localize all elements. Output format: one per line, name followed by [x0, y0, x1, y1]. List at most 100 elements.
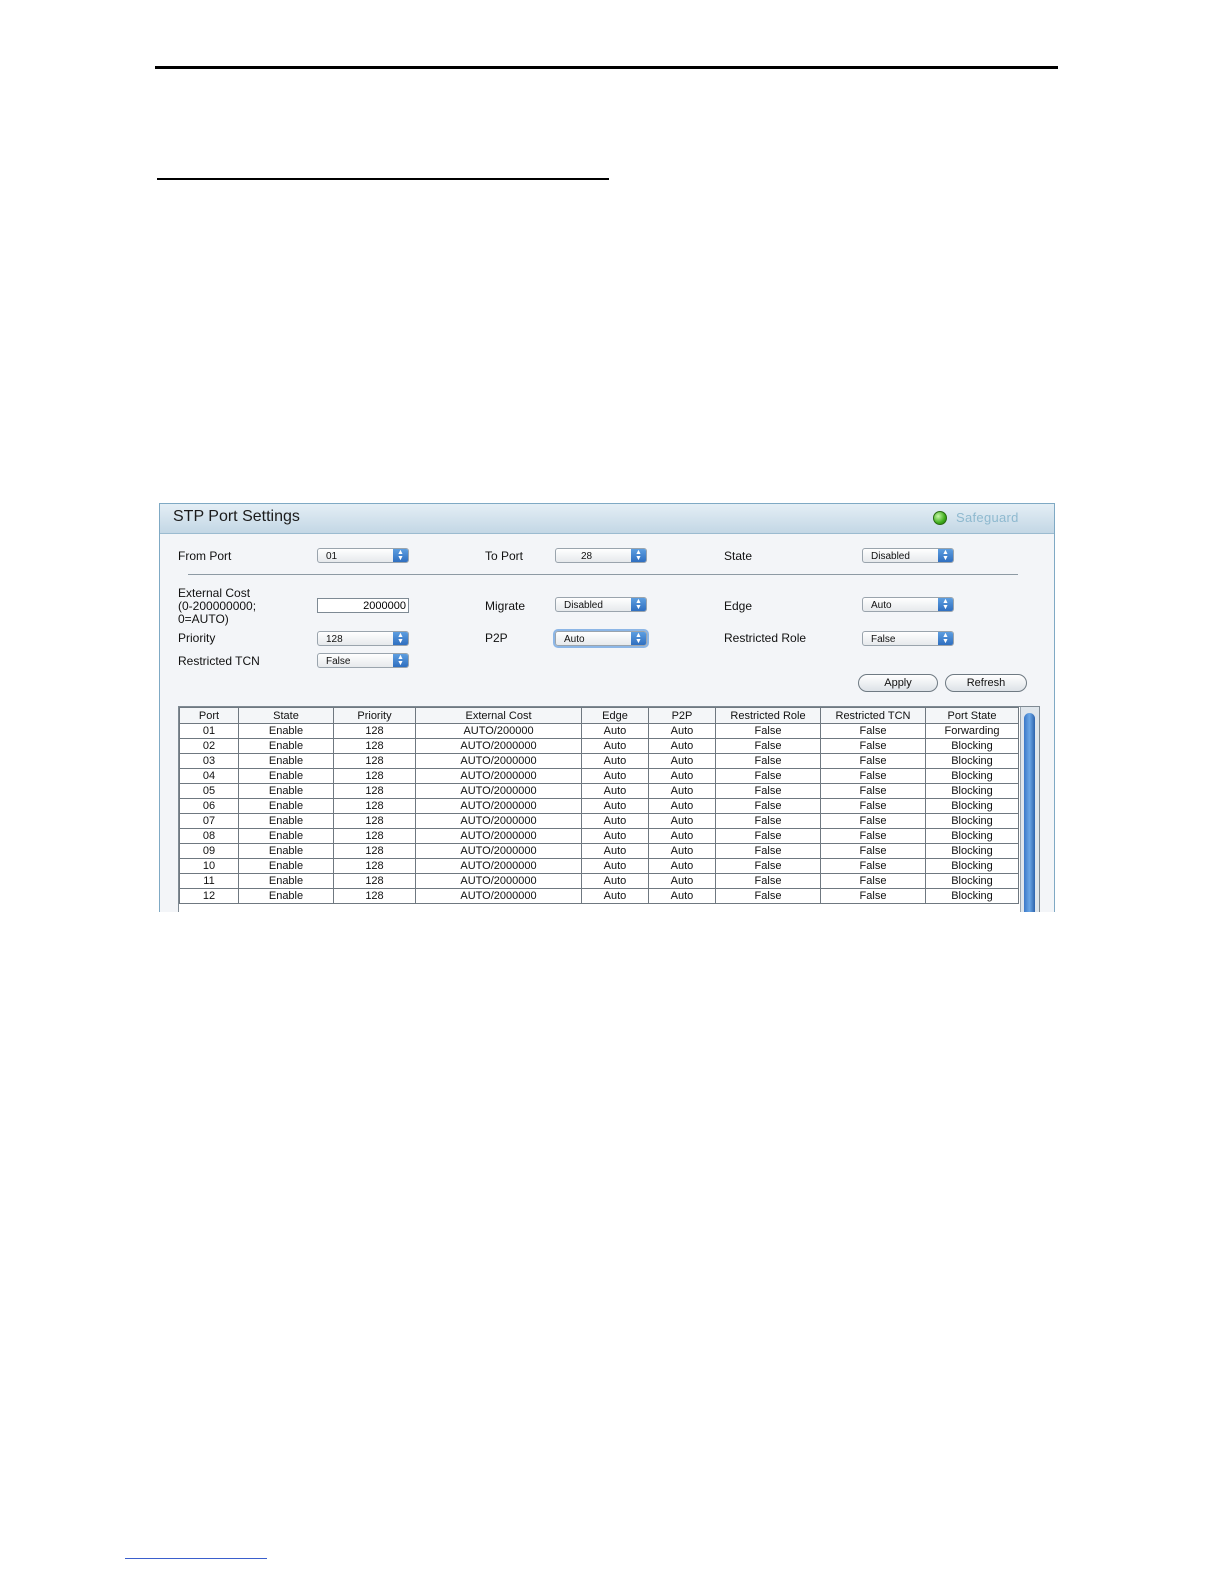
- external-cost-label: External Cost (0-200000000; 0=AUTO): [178, 587, 256, 626]
- state-select[interactable]: Disabled ▲ ▼: [862, 548, 954, 563]
- table-scrollbar[interactable]: [1020, 707, 1039, 912]
- cell-priority: 128: [333, 768, 416, 784]
- cell-port: 05: [179, 783, 239, 799]
- col-header-edge: Edge: [581, 707, 649, 724]
- edge-value: Auto: [871, 600, 892, 611]
- cell-external-cost: AUTO/2000000: [415, 828, 582, 844]
- table-row: 03 Enable 128 AUTO/2000000 Auto Auto False Fals…: [179, 753, 1019, 769]
- restricted-tcn-select[interactable]: False ▲ ▼: [317, 653, 409, 668]
- priority-label: Priority: [178, 631, 216, 645]
- document-section-rule: [157, 178, 609, 180]
- chevron-up-down-icon: ▲ ▼: [938, 549, 953, 562]
- cell-restricted-role: False: [715, 813, 821, 829]
- cell-priority: 128: [333, 723, 416, 739]
- cell-port: 03: [179, 753, 239, 769]
- cell-port: 08: [179, 828, 239, 844]
- cell-restricted-tcn: False: [820, 738, 926, 754]
- state-label: State: [724, 549, 753, 563]
- from-port-value: 01: [326, 551, 338, 562]
- to-port-select[interactable]: 28 ▲ ▼: [555, 548, 647, 563]
- cell-restricted-tcn: False: [820, 828, 926, 844]
- cell-port: 09: [179, 843, 239, 859]
- chevron-up-down-icon: ▲ ▼: [393, 654, 408, 667]
- cell-port: 04: [179, 768, 239, 784]
- p2p-value: Auto: [564, 634, 585, 645]
- form-divider: [188, 574, 1018, 575]
- cell-restricted-role: False: [715, 753, 821, 769]
- refresh-button[interactable]: Refresh: [945, 674, 1027, 692]
- cell-edge: Auto: [581, 798, 649, 814]
- cell-state: Enable: [238, 783, 334, 799]
- cell-port-state: Blocking: [925, 798, 1019, 814]
- cell-restricted-tcn: False: [820, 858, 926, 874]
- cell-port-state: Blocking: [925, 843, 1019, 859]
- external-cost-input[interactable]: [317, 598, 409, 613]
- document-footer-link-rule: [125, 1558, 267, 1559]
- col-header-state: State: [238, 707, 334, 724]
- cell-p2p: Auto: [648, 738, 716, 754]
- cell-edge: Auto: [581, 858, 649, 874]
- cell-port-state: Blocking: [925, 783, 1019, 799]
- priority-select[interactable]: 128 ▲ ▼: [317, 631, 409, 646]
- chevron-up-down-icon: ▲ ▼: [938, 632, 953, 645]
- panel-title: STP Port Settings: [173, 508, 300, 525]
- cell-external-cost: AUTO/2000000: [415, 813, 582, 829]
- cell-edge: Auto: [581, 843, 649, 859]
- to-port-label: To Port: [485, 549, 524, 563]
- cell-priority: 128: [333, 783, 416, 799]
- cell-port: 06: [179, 798, 239, 814]
- cell-restricted-role: False: [715, 888, 821, 904]
- cell-port: 02: [179, 738, 239, 754]
- cell-state: Enable: [238, 738, 334, 754]
- document-top-rule: [155, 66, 1058, 69]
- migrate-select[interactable]: Disabled ▲ ▼: [555, 597, 647, 612]
- status-led-icon: [933, 511, 947, 525]
- col-header-restricted-role: Restricted Role: [715, 707, 821, 724]
- chevron-up-down-icon: ▲ ▼: [938, 598, 953, 611]
- cell-state: Enable: [238, 723, 334, 739]
- cell-port-state: Blocking: [925, 828, 1019, 844]
- cell-priority: 128: [333, 738, 416, 754]
- p2p-label: P2P: [485, 631, 508, 645]
- table-row: 05 Enable 128 AUTO/2000000 Auto Auto False Fals…: [179, 783, 1019, 799]
- cell-port-state: Blocking: [925, 738, 1019, 754]
- col-header-port: Port: [179, 707, 239, 724]
- edge-select[interactable]: Auto ▲ ▼: [862, 597, 954, 612]
- cell-edge: Auto: [581, 783, 649, 799]
- cell-restricted-tcn: False: [820, 798, 926, 814]
- cell-port: 01: [179, 723, 239, 739]
- cell-priority: 128: [333, 828, 416, 844]
- cell-restricted-role: False: [715, 783, 821, 799]
- cell-edge: Auto: [581, 828, 649, 844]
- cell-port-state: Blocking: [925, 873, 1019, 889]
- cell-restricted-tcn: False: [820, 753, 926, 769]
- edge-label: Edge: [724, 599, 753, 613]
- table-row: 08 Enable 128 AUTO/2000000 Auto Auto False Fals…: [179, 828, 1019, 844]
- cell-port-state: Forwarding: [925, 723, 1019, 739]
- cell-external-cost: AUTO/2000000: [415, 858, 582, 874]
- restricted-role-select[interactable]: False ▲ ▼: [862, 631, 954, 646]
- cell-edge: Auto: [581, 813, 649, 829]
- cell-p2p: Auto: [648, 768, 716, 784]
- cell-port-state: Blocking: [925, 768, 1019, 784]
- external-cost-label-line1: External Cost: [178, 586, 251, 600]
- chevron-up-down-icon: ▲ ▼: [631, 632, 646, 645]
- table-row: 07 Enable 128 AUTO/2000000 Auto Auto False Fals…: [179, 813, 1019, 829]
- cell-state: Enable: [238, 873, 334, 889]
- col-header-p2p: P2P: [648, 707, 716, 724]
- chevron-up-down-icon: ▲ ▼: [631, 549, 646, 562]
- table-scrollbar-thumb[interactable]: [1024, 713, 1035, 912]
- col-header-external-cost: External Cost: [415, 707, 582, 724]
- cell-p2p: Auto: [648, 813, 716, 829]
- cell-priority: 128: [333, 858, 416, 874]
- cell-restricted-role: False: [715, 828, 821, 844]
- apply-button[interactable]: Apply: [858, 674, 938, 692]
- table-row: 02 Enable 128 AUTO/2000000 Auto Auto False Fals…: [179, 738, 1019, 754]
- cell-port-state: Blocking: [925, 858, 1019, 874]
- safeguard-label[interactable]: Safeguard: [956, 510, 1019, 525]
- cell-state: Enable: [238, 828, 334, 844]
- cell-port: 10: [179, 858, 239, 874]
- from-port-select[interactable]: 01 ▲ ▼: [317, 548, 409, 563]
- cell-edge: Auto: [581, 723, 649, 739]
- p2p-select[interactable]: Auto ▲ ▼: [555, 631, 647, 646]
